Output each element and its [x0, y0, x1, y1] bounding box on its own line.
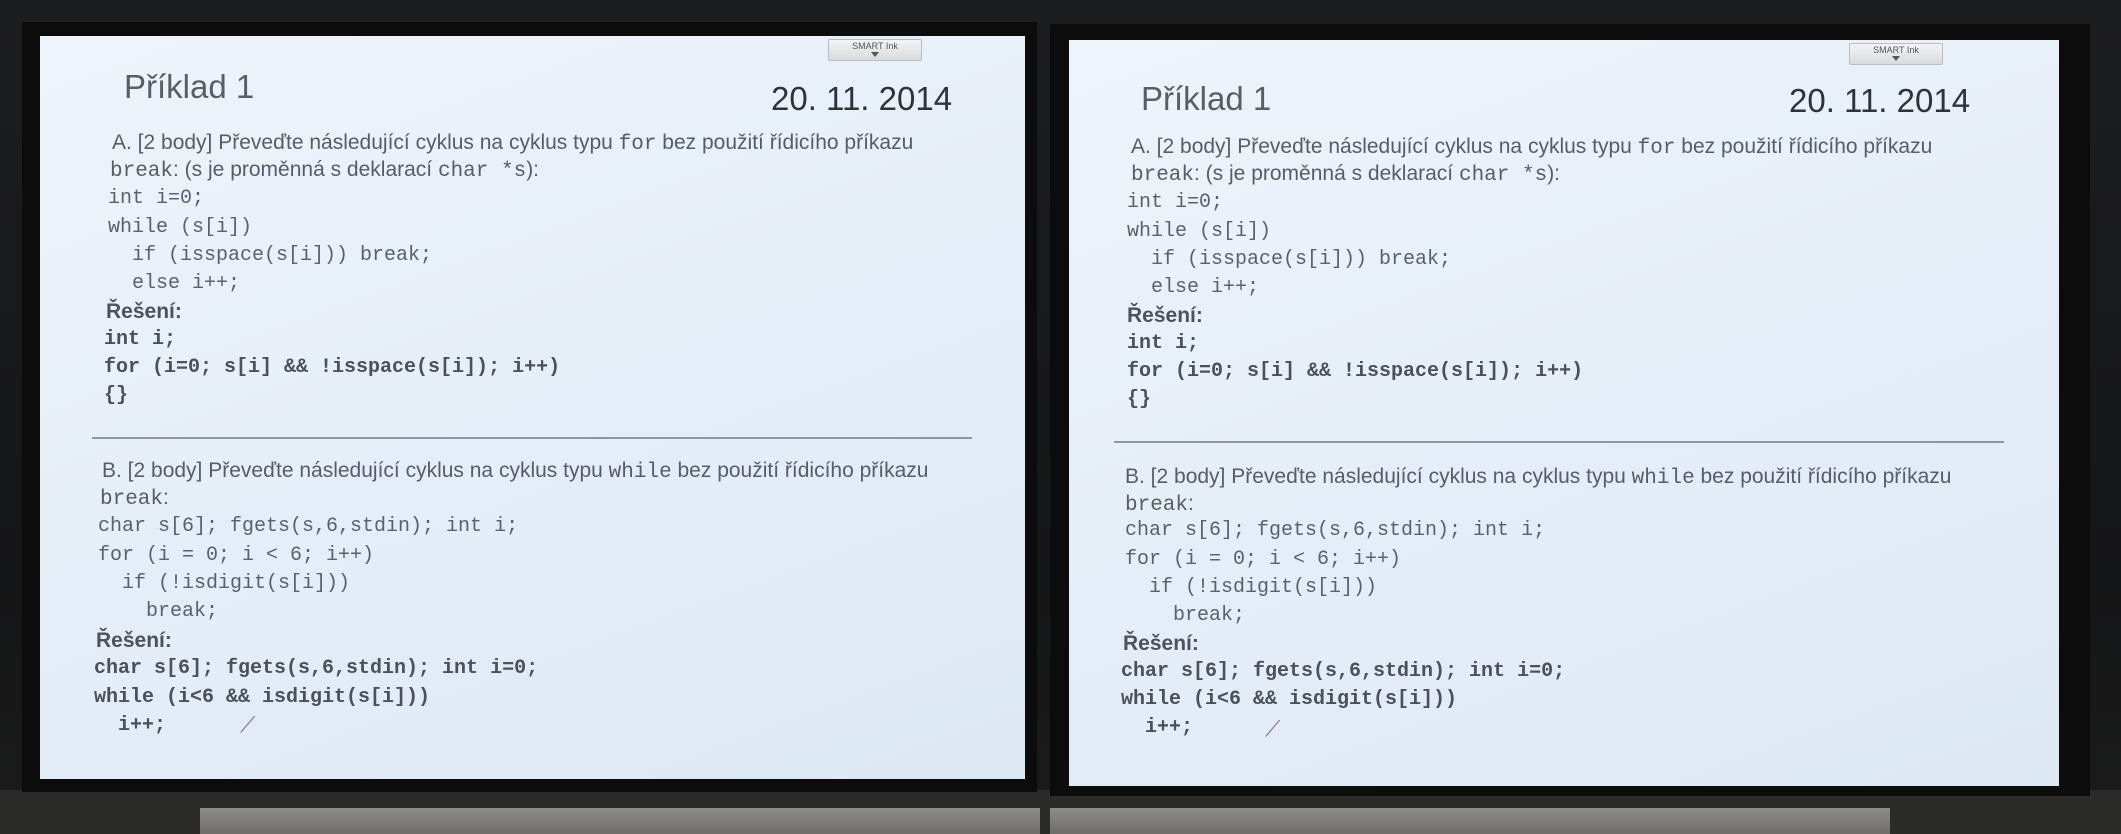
- task-a-solution-2: for (i=0; s[i] && !isspace(s[i]); i++): [104, 356, 561, 379]
- task-a-code-1: int i=0;: [1127, 191, 1224, 214]
- pen-mark: ⟋: [1265, 716, 1281, 741]
- task-a-line2: break: (s je proměnná s deklarací char *…: [1131, 162, 1561, 187]
- slide-date: 20. 11. 2014: [1789, 82, 1971, 119]
- task-a-code-1: int i=0;: [108, 187, 205, 210]
- smart-ink-badge[interactable]: SMART Ink: [1849, 43, 1943, 65]
- task-a-solution-3: {}: [1127, 388, 1152, 411]
- smart-ink-badge[interactable]: SMART Ink: [828, 39, 922, 61]
- task-a-line1: A. [2 body] Převeďte následující cyklus …: [1131, 135, 1933, 160]
- task-b-code-4: break;: [1125, 604, 1246, 627]
- task-b-line1: B. [2 body] Převeďte následující cyklus …: [102, 459, 929, 484]
- task-b-solution-2: while (i<6 && isdigit(s[i])): [94, 686, 431, 709]
- slide-date: 20. 11. 2014: [771, 80, 953, 117]
- task-b-solution-3: i++;: [94, 714, 167, 737]
- task-b-solution-heading: Řešení:: [96, 629, 172, 652]
- task-a-solution-heading: Řešení:: [106, 300, 182, 323]
- section-divider: [1114, 441, 2004, 443]
- task-b-solution-heading: Řešení:: [1123, 632, 1199, 655]
- task-b-code-4: break;: [98, 600, 219, 623]
- task-a-solution-1: int i;: [104, 328, 177, 351]
- task-b-line2: break:: [100, 486, 169, 511]
- task-a-code-2: while (s[i]): [1127, 220, 1272, 243]
- task-a-line2: break: (s je proměnná s deklarací char *…: [110, 158, 540, 183]
- task-a-code-3: if (isspace(s[i])) break;: [108, 244, 433, 267]
- slide-title: Příklad 1: [124, 68, 255, 105]
- chevron-down-icon: [871, 52, 879, 57]
- task-b-solution-1: char s[6]; fgets(s,6,stdin); int i=0;: [1121, 660, 1566, 683]
- task-b-line2: break:: [1125, 492, 1194, 517]
- task-a-code-4: else i++;: [108, 272, 241, 295]
- task-b-code-1: char s[6]; fgets(s,6,stdin); int i;: [1125, 519, 1546, 542]
- task-b-solution-1: char s[6]; fgets(s,6,stdin); int i=0;: [94, 657, 539, 680]
- desk-edge-left: [200, 808, 1040, 834]
- task-a-solution-heading: Řešení:: [1127, 304, 1203, 327]
- task-a-code-2: while (s[i]): [108, 216, 253, 239]
- task-b-line1: B. [2 body] Převeďte následující cyklus …: [1125, 465, 1952, 490]
- right-slide: SMART Ink Příklad 1 20. 11. 2014 A. [2 b…: [1069, 40, 2059, 786]
- task-a-code-4: else i++;: [1127, 276, 1260, 299]
- left-slide: SMART Ink Příklad 1 20. 11. 2014 A. [2 b…: [40, 36, 1025, 779]
- task-b-code-3: if (!isdigit(s[i])): [1125, 576, 1378, 599]
- desk-edge-right: [1050, 808, 1890, 834]
- task-a-solution-2: for (i=0; s[i] && !isspace(s[i]); i++): [1127, 360, 1584, 383]
- chevron-down-icon: [1892, 56, 1900, 61]
- task-a-solution-3: {}: [104, 384, 129, 407]
- slide-title: Příklad 1: [1141, 80, 1272, 117]
- task-b-code-2: for (i = 0; i < 6; i++): [1125, 548, 1402, 571]
- pen-mark: ⟋: [240, 712, 256, 737]
- task-b-code-1: char s[6]; fgets(s,6,stdin); int i;: [98, 515, 519, 538]
- section-divider: [92, 437, 972, 439]
- task-b-solution-3: i++;: [1121, 716, 1194, 739]
- task-a-code-3: if (isspace(s[i])) break;: [1127, 248, 1452, 271]
- task-b-code-2: for (i = 0; i < 6; i++): [98, 544, 375, 567]
- task-a-line1: A. [2 body] Převeďte následující cyklus …: [112, 131, 914, 156]
- task-b-code-3: if (!isdigit(s[i])): [98, 572, 351, 595]
- task-b-solution-2: while (i<6 && isdigit(s[i])): [1121, 688, 1458, 711]
- task-a-solution-1: int i;: [1127, 332, 1200, 355]
